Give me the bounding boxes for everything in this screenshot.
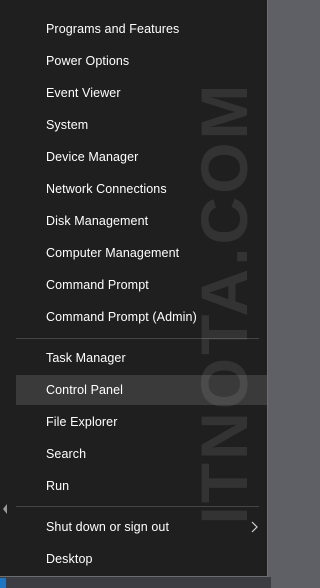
menu-item-label: Shut down or sign out xyxy=(46,520,170,534)
menu-item-event-viewer[interactable]: Event Viewer xyxy=(16,78,267,108)
menu-item-label: Power Options xyxy=(46,54,130,68)
menu-item-programs-and-features[interactable]: Programs and Features xyxy=(16,14,267,44)
menu-item-label: Programs and Features xyxy=(46,22,180,36)
menu-item-label: Run xyxy=(46,479,70,493)
menu-item-run[interactable]: Run xyxy=(16,471,267,501)
menu-item-label: Task Manager xyxy=(46,351,126,365)
menu-item-label: Control Panel xyxy=(46,383,124,397)
menu-item-label: Command Prompt (Admin) xyxy=(46,310,197,324)
menu-item-label: System xyxy=(46,118,89,132)
chevron-right-icon xyxy=(251,521,258,533)
menu-item-power-options[interactable]: Power Options xyxy=(16,46,267,76)
menu-item-command-prompt[interactable]: Command Prompt xyxy=(16,270,267,300)
menu-item-label: Network Connections xyxy=(46,182,167,196)
menu-item-label: Device Manager xyxy=(46,150,139,164)
menu-item-computer-management[interactable]: Computer Management xyxy=(16,238,267,268)
menu-item-label: Desktop xyxy=(46,552,93,566)
menu-item-label: File Explorer xyxy=(46,415,118,429)
menu-item-file-explorer[interactable]: File Explorer xyxy=(16,407,267,437)
taskbar xyxy=(0,577,271,588)
menu-item-label: Command Prompt xyxy=(46,278,149,292)
menu-item-label: Disk Management xyxy=(46,214,149,228)
menu-item-task-manager[interactable]: Task Manager xyxy=(16,343,267,373)
menu-separator xyxy=(16,506,259,507)
menu-separator xyxy=(16,338,259,339)
menu-item-device-manager[interactable]: Device Manager xyxy=(16,142,267,172)
menu-item-search[interactable]: Search xyxy=(16,439,267,469)
menu-item-shut-down-or-sign-out[interactable]: Shut down or sign out xyxy=(16,512,267,542)
menu-item-system[interactable]: System xyxy=(16,110,267,140)
menu-item-disk-management[interactable]: Disk Management xyxy=(16,206,267,236)
menu-item-label: Event Viewer xyxy=(46,86,121,100)
start-button[interactable] xyxy=(0,578,6,588)
menu-item-network-connections[interactable]: Network Connections xyxy=(16,174,267,204)
menu-item-label: Computer Management xyxy=(46,246,180,260)
scroll-left-arrow-icon[interactable] xyxy=(2,503,8,515)
menu-item-desktop[interactable]: Desktop xyxy=(16,544,267,574)
menu-item-label: Search xyxy=(46,447,87,461)
menu-item-control-panel[interactable]: Control Panel xyxy=(16,375,267,405)
winx-power-user-menu: Programs and Features Power Options Even… xyxy=(0,0,268,577)
menu-item-command-prompt-admin[interactable]: Command Prompt (Admin) xyxy=(16,302,267,332)
